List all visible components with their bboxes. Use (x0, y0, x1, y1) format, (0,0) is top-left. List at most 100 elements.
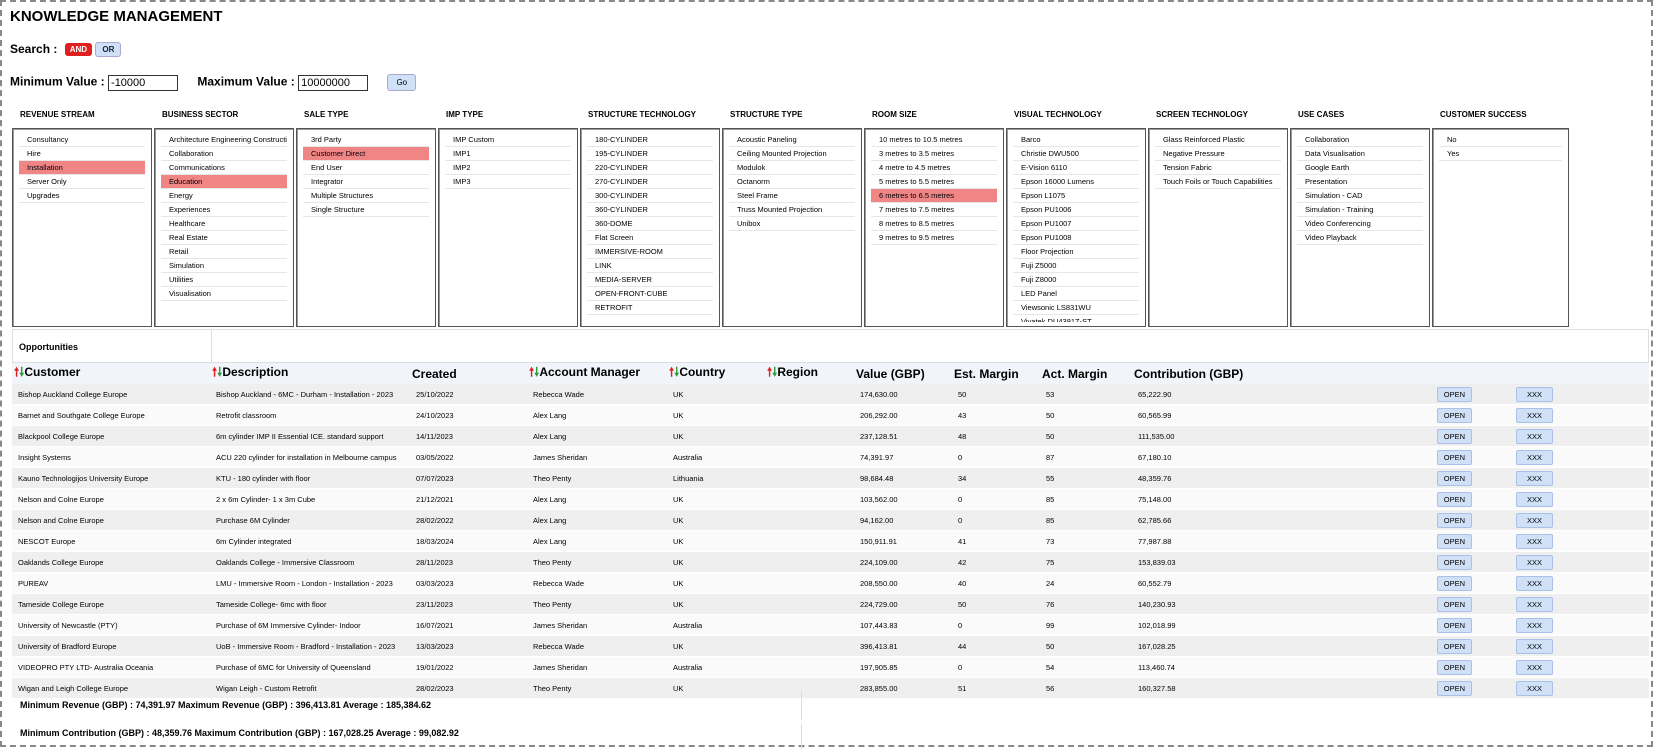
filter-option[interactable]: Touch Foils or Touch Capabilities (1155, 175, 1281, 189)
filter-option[interactable]: Ceiling Mounted Projection (729, 147, 855, 161)
filter-option[interactable]: Multiple Structures (303, 189, 429, 203)
filter-option[interactable]: Floor Projection (1013, 245, 1139, 259)
filter-option[interactable]: 3rd Party (303, 133, 429, 147)
xxx-button[interactable]: XXX (1516, 617, 1554, 633)
filter-option[interactable]: Energy (161, 189, 287, 203)
filter-option[interactable]: Integrator (303, 175, 429, 189)
xxx-button[interactable]: XXX (1516, 533, 1554, 549)
and-button[interactable]: AND (64, 43, 93, 57)
go-button[interactable]: Go (387, 74, 417, 91)
open-button[interactable]: OPEN (1436, 680, 1472, 696)
filter-option[interactable]: Retail (161, 245, 287, 259)
filter-option[interactable]: Modulok (729, 161, 855, 175)
open-button[interactable]: OPEN (1436, 554, 1472, 570)
filter-option[interactable]: 8 metres to 8.5 metres (871, 217, 997, 231)
filter-option[interactable]: Epson PU1006 (1013, 203, 1139, 217)
or-button[interactable]: OR (95, 42, 122, 58)
filter-option[interactable]: Viewsonic LS831WU (1013, 301, 1139, 315)
xxx-button[interactable]: XXX (1516, 596, 1554, 612)
filter-option[interactable]: Customer Direct (303, 147, 429, 161)
open-button[interactable]: OPEN (1436, 638, 1472, 654)
filter-option[interactable]: Simulation - Training (1297, 203, 1423, 217)
filter-option[interactable]: Video Playback (1297, 231, 1423, 245)
filter-option[interactable]: IMP Custom (445, 133, 571, 147)
filter-listbox[interactable]: Collaboration Data Visualisation Google Ea… (1290, 128, 1430, 327)
filter-option[interactable]: Data Visualisation (1297, 147, 1423, 161)
filter-option[interactable]: Collaboration (1297, 133, 1423, 147)
filter-option[interactable]: 3 metres to 3.5 metres (871, 147, 997, 161)
filter-option[interactable]: Fuji Z8000 (1013, 273, 1139, 287)
column-header-account-manager[interactable]: 🠕🠗Account Manager (527, 363, 667, 384)
filter-option[interactable]: Steel Frame (729, 189, 855, 203)
filter-option[interactable]: 5 metres to 5.5 metres (871, 175, 997, 189)
filter-option[interactable]: Negative Pressure (1155, 147, 1281, 161)
filter-option[interactable]: LINK (587, 259, 713, 273)
filter-option[interactable]: Glass Reinforced Plastic (1155, 133, 1281, 147)
filter-option[interactable]: Simulation - CAD (1297, 189, 1423, 203)
open-button[interactable]: OPEN (1436, 596, 1472, 612)
filter-option[interactable]: Epson L1075 (1013, 189, 1139, 203)
filter-option[interactable]: Experiences (161, 203, 287, 217)
open-button[interactable]: OPEN (1436, 386, 1472, 402)
filter-option[interactable]: Education (161, 175, 287, 189)
open-button[interactable]: OPEN (1436, 617, 1472, 633)
filter-option[interactable]: OPEN-FRONT-CUBE (587, 287, 713, 301)
filter-option[interactable]: Acoustic Paneling (729, 133, 855, 147)
filter-option[interactable]: Tension Fabric (1155, 161, 1281, 175)
xxx-button[interactable]: XXX (1516, 554, 1554, 570)
xxx-button[interactable]: XXX (1516, 512, 1554, 528)
filter-option[interactable]: IMP2 (445, 161, 571, 175)
filter-option[interactable]: Architecture Engineering Construction (161, 133, 287, 147)
xxx-button[interactable]: XXX (1516, 638, 1554, 654)
filter-option[interactable]: Utilities (161, 273, 287, 287)
filter-option[interactable]: IMP1 (445, 147, 571, 161)
filter-option[interactable]: Simulation (161, 259, 287, 273)
column-header-description[interactable]: 🠕🠗Description (210, 363, 410, 384)
filter-listbox[interactable]: Acoustic Paneling Ceiling Mounted Project… (722, 128, 862, 327)
xxx-button[interactable]: XXX (1516, 407, 1554, 423)
filter-option[interactable]: Video Conferencing (1297, 217, 1423, 231)
filter-option[interactable]: Installation (19, 161, 145, 175)
xxx-button[interactable]: XXX (1516, 491, 1554, 507)
filter-option[interactable]: 6 metres to 6.5 metres (871, 189, 997, 203)
filter-option[interactable]: Presentation (1297, 175, 1423, 189)
filter-option[interactable]: 220-CYLINDER (587, 161, 713, 175)
filter-option[interactable]: LED Panel (1013, 287, 1139, 301)
filter-option[interactable]: Google Earth (1297, 161, 1423, 175)
filter-option[interactable]: No (1439, 133, 1562, 147)
filter-listbox[interactable]: 10 metres to 10.5 metres 3 metres to 3.5 … (864, 128, 1004, 327)
xxx-button[interactable]: XXX (1516, 449, 1554, 465)
filter-option[interactable]: Server Only (19, 175, 145, 189)
filter-option[interactable]: Real Estate (161, 231, 287, 245)
filter-option[interactable]: Upgrades (19, 189, 145, 203)
open-button[interactable]: OPEN (1436, 575, 1472, 591)
filter-listbox[interactable]: 3rd Party Customer Direct End User Integrat… (296, 128, 436, 327)
filter-option[interactable]: Healthcare (161, 217, 287, 231)
xxx-button[interactable]: XXX (1516, 428, 1554, 444)
filter-option[interactable]: Consultancy (19, 133, 145, 147)
xxx-button[interactable]: XXX (1516, 470, 1554, 486)
filter-option[interactable]: Hire (19, 147, 145, 161)
open-button[interactable]: OPEN (1436, 512, 1472, 528)
xxx-button[interactable]: XXX (1516, 386, 1554, 402)
filter-option[interactable]: Octanorm (729, 175, 855, 189)
filter-option[interactable]: 7 metres to 7.5 metres (871, 203, 997, 217)
filter-option[interactable]: Fuji Z5000 (1013, 259, 1139, 273)
filter-option[interactable]: IMP3 (445, 175, 571, 189)
filter-listbox[interactable]: IMP Custom IMP1 IMP2 IMP3 (438, 128, 578, 327)
filter-option[interactable]: End User (303, 161, 429, 175)
filter-listbox[interactable]: No Yes (1432, 128, 1569, 327)
filter-listbox[interactable]: Glass Reinforced Plastic Negative Pressur… (1148, 128, 1288, 327)
min-value-input[interactable] (108, 74, 179, 91)
filter-option[interactable]: Visualisation (161, 287, 287, 301)
filter-option[interactable]: Collaboration (161, 147, 287, 161)
filter-option[interactable]: Epson 16000 Lumens (1013, 175, 1139, 189)
filter-option[interactable]: IMMERSIVE-ROOM (587, 245, 713, 259)
filter-option[interactable]: 300-CYLINDER (587, 189, 713, 203)
column-header-country[interactable]: 🠕🠗Country (667, 363, 765, 384)
xxx-button[interactable]: XXX (1516, 575, 1554, 591)
filter-option[interactable]: MEDIA-SERVER (587, 273, 713, 287)
filter-option[interactable]: Epson PU1008 (1013, 231, 1139, 245)
open-button[interactable]: OPEN (1436, 491, 1472, 507)
open-button[interactable]: OPEN (1436, 449, 1472, 465)
